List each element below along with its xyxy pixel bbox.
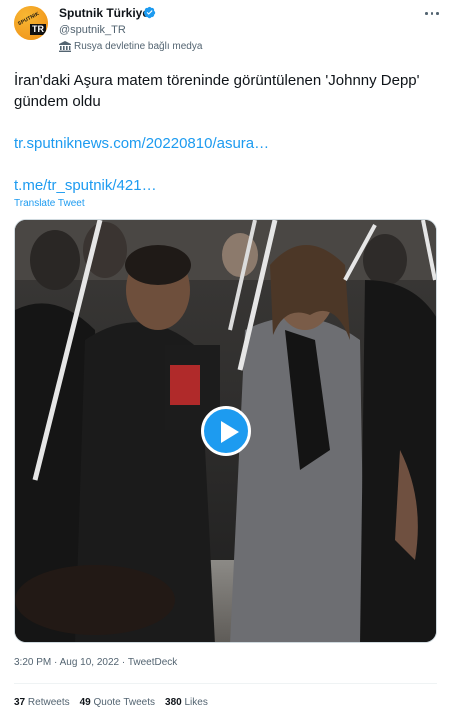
tweet-text: İran'daki Aşura matem töreninde görüntül… [14,72,420,110]
tweet-header: SPUTNIK TR Sputnik Türkiye @sputnik_TR R… [0,0,451,62]
tweet-link-telegram[interactable]: t.me/tr_sputnik/421… [14,175,157,196]
avatar[interactable]: SPUTNIK TR [14,6,48,40]
likes-label: Likes [184,697,208,708]
play-button[interactable] [201,406,251,456]
retweets-stat[interactable]: 37 Retweets [14,696,70,709]
retweets-count: 37 [14,697,26,708]
verified-badge-icon [143,6,156,19]
divider [14,683,437,684]
tweet-metadata: 3:20 PM · Aug 10, 2022 · TweetDeck [14,656,177,669]
retweets-label: Retweets [27,697,70,708]
meta-separator: · [51,657,60,668]
account-name[interactable]: Sputnik Türkiye [59,6,149,20]
quote-tweets-stat[interactable]: 49 Quote Tweets [80,696,155,709]
likes-stat[interactable]: 380 Likes [165,696,208,709]
play-icon [221,421,239,443]
more-icon[interactable] [425,6,439,20]
account-handle[interactable]: @sputnik_TR [59,24,126,37]
meta-separator: · [119,657,128,668]
tweet-time[interactable]: 3:20 PM [14,657,51,668]
government-building-icon [59,41,71,52]
tweet-stats: 37 Retweets 49 Quote Tweets 380 Likes [14,696,218,709]
video-player[interactable] [14,219,437,643]
likes-count: 380 [165,697,182,708]
quote-tweets-label: Quote Tweets [93,697,156,708]
state-media-label-text: Rusya devletine bağlı medya [74,41,203,52]
avatar-badge: TR [30,24,46,35]
quote-tweets-count: 49 [79,697,91,708]
translate-tweet-link[interactable]: Translate Tweet [14,198,85,210]
tweet-date[interactable]: Aug 10, 2022 [60,657,120,668]
tweet-source: TweetDeck [127,657,178,668]
tweet-link-article[interactable]: tr.sputniknews.com/20220810/asura… [14,133,269,154]
